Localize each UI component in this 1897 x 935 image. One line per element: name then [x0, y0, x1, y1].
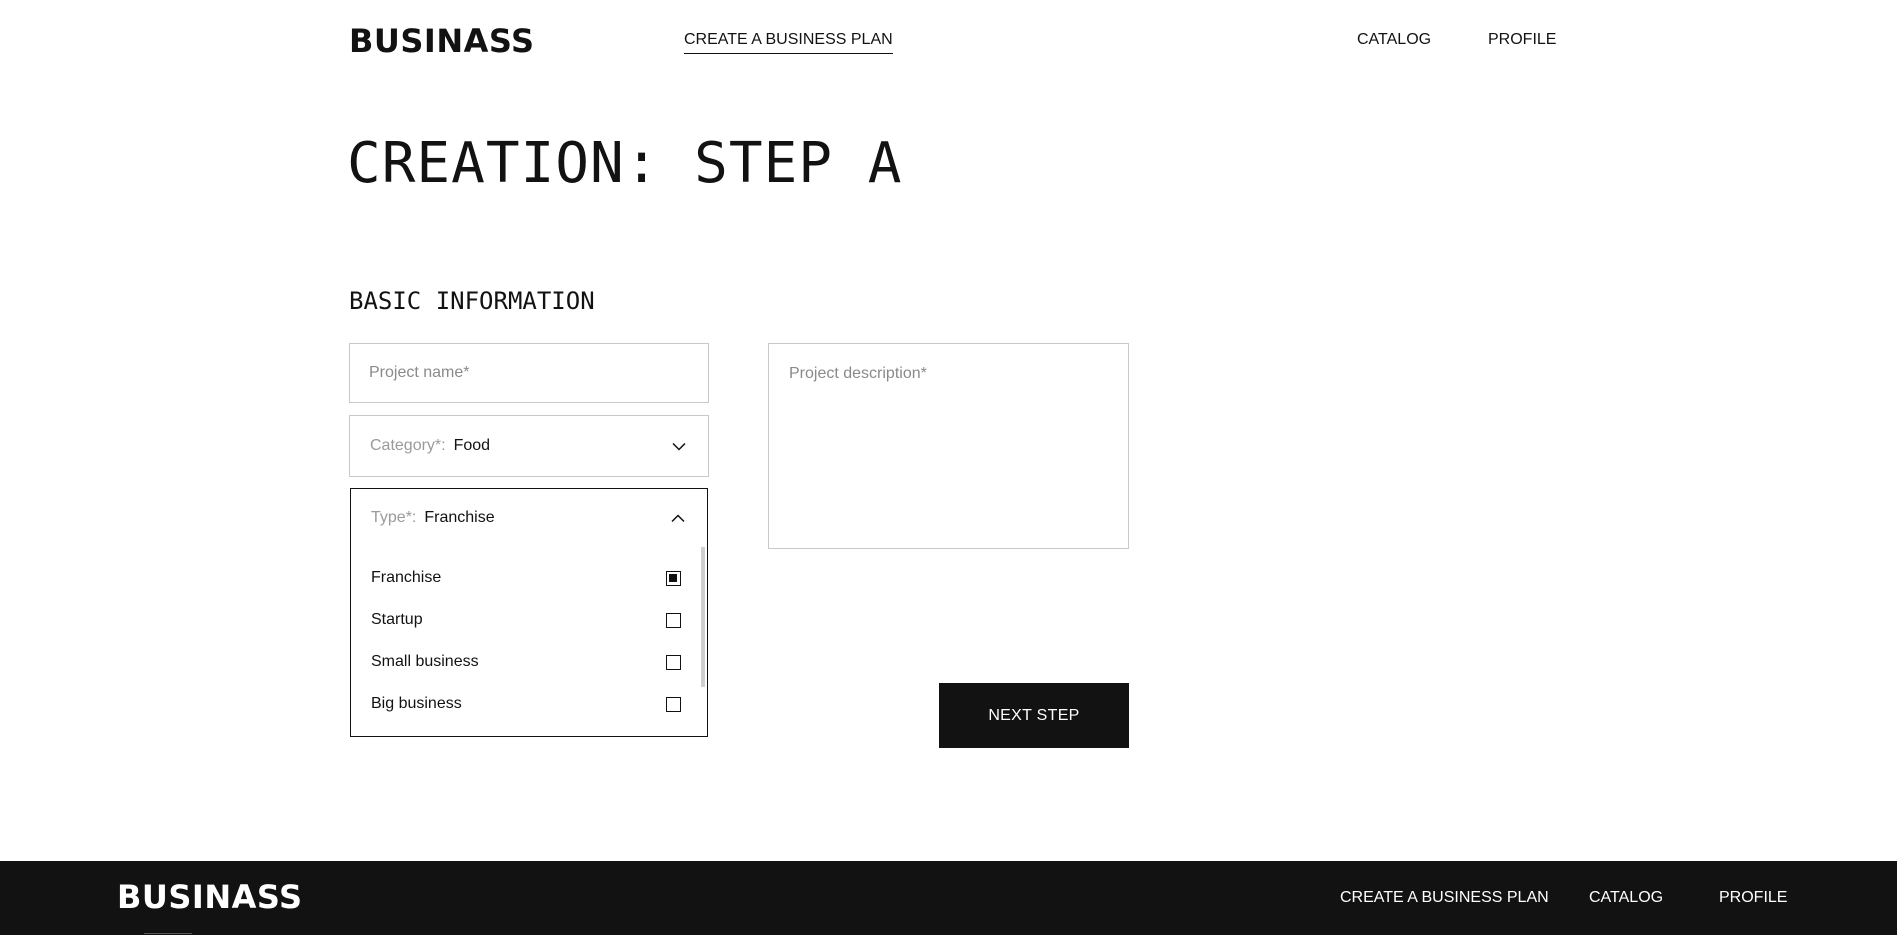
footer-nav-create-business-plan[interactable]: CREATE A BUSINESS PLAN: [1340, 889, 1549, 907]
footer: BUSINASS CREATE A BUSINESS PLAN CATALOG …: [0, 861, 1897, 935]
logo[interactable]: BUSINASS: [349, 25, 535, 57]
type-select[interactable]: Type*: Franchise: [350, 488, 708, 548]
checkbox[interactable]: [666, 570, 681, 586]
checkbox[interactable]: [666, 696, 681, 712]
project-description-field: [768, 343, 1129, 549]
nav-profile[interactable]: PROFILE: [1488, 31, 1556, 49]
option-label: Big business: [371, 695, 462, 712]
checkbox[interactable]: [666, 612, 681, 628]
option-label: Franchise: [371, 569, 442, 586]
category-select[interactable]: Category*: Food: [349, 415, 709, 477]
footer-divider: [144, 933, 192, 934]
dropdown-scrollbar[interactable]: [701, 547, 705, 687]
chevron-up-icon: [670, 510, 686, 526]
category-label: Category*:: [370, 437, 446, 454]
type-value: Franchise: [424, 509, 495, 526]
project-description-input[interactable]: [769, 344, 1128, 548]
type-label: Type*:: [371, 509, 417, 526]
checkbox[interactable]: [666, 654, 681, 670]
project-name-field: [349, 343, 709, 403]
project-name-input[interactable]: [350, 344, 708, 402]
page-title: CREATION: STEP A: [347, 131, 903, 196]
footer-logo[interactable]: BUSINASS: [117, 881, 303, 913]
nav-catalog[interactable]: CATALOG: [1357, 31, 1431, 49]
type-option-small-business[interactable]: Small business: [371, 650, 681, 674]
chevron-down-icon: [671, 438, 687, 454]
option-label: Startup: [371, 611, 423, 628]
type-option-big-business[interactable]: Big business: [371, 692, 681, 716]
type-option-startup[interactable]: Startup: [371, 608, 681, 632]
type-dropdown: Franchise Startup Small business Big bus…: [350, 547, 708, 737]
nav-create-business-plan[interactable]: CREATE A BUSINESS PLAN: [684, 31, 893, 54]
section-title: BASIC INFORMATION: [349, 287, 595, 315]
type-option-franchise[interactable]: Franchise: [371, 566, 681, 590]
next-step-button[interactable]: NEXT STEP: [939, 683, 1129, 748]
footer-nav-catalog[interactable]: CATALOG: [1589, 889, 1663, 907]
footer-nav-profile[interactable]: PROFILE: [1719, 889, 1787, 907]
category-value: Food: [453, 437, 491, 454]
option-label: Small business: [371, 653, 479, 670]
